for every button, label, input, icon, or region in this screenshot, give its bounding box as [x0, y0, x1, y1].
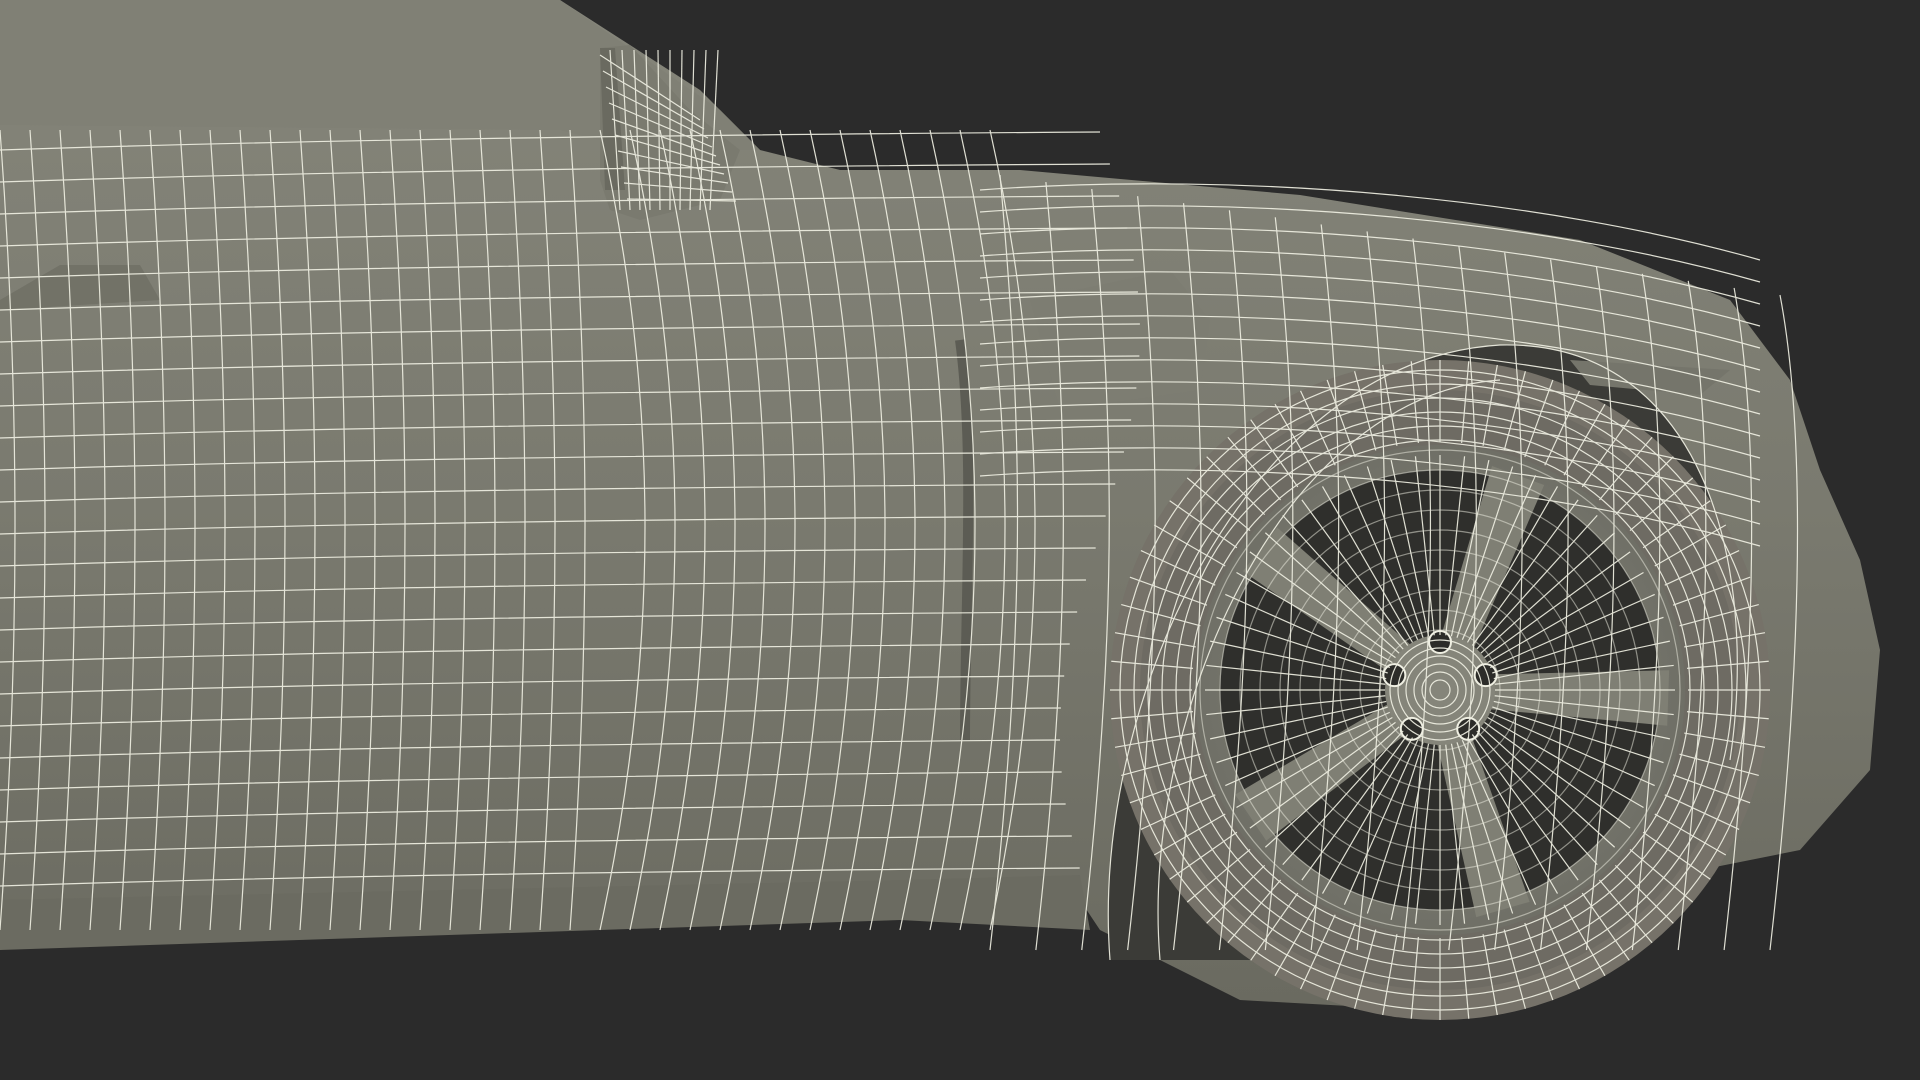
wireframe-render	[0, 0, 1880, 1020]
lug-nut	[1382, 663, 1407, 688]
render-viewport	[0, 0, 1920, 1080]
lug-nut	[1473, 663, 1498, 688]
